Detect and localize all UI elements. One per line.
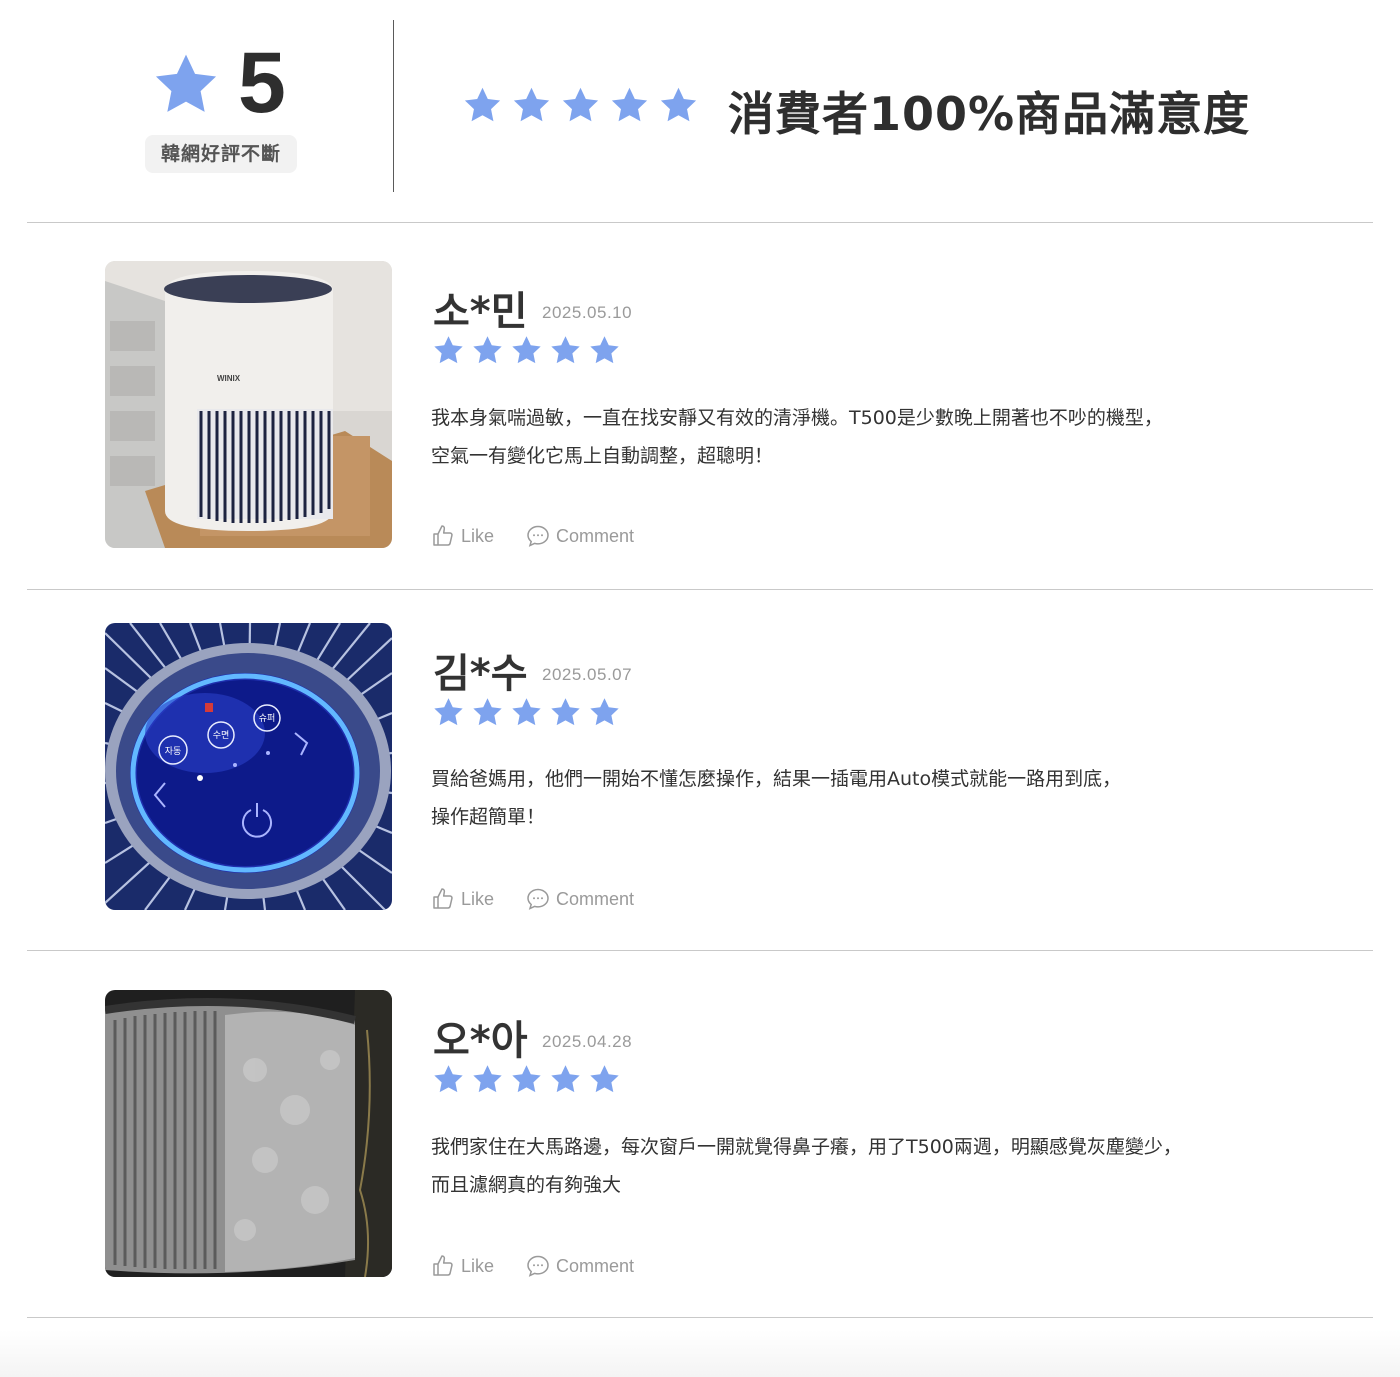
review-text-line: 空氣一有變化它馬上自動調整，超聰明！	[431, 445, 774, 467]
thumbs-up-icon	[431, 1254, 455, 1278]
like-label: Like	[461, 1255, 495, 1276]
star-icon	[462, 85, 503, 126]
divider	[27, 1317, 1373, 1318]
review-date: 2025.05.10	[542, 303, 633, 322]
svg-text:자동: 자동	[165, 746, 182, 757]
review-stars	[431, 1063, 622, 1096]
comment-icon	[526, 524, 550, 548]
header-stars	[462, 85, 699, 126]
vertical-divider	[393, 20, 394, 192]
air-purifier-photo: WINIX	[105, 261, 392, 548]
comment-label: Comment	[556, 525, 635, 546]
star-icon	[609, 85, 650, 126]
thumbs-up-icon	[431, 887, 455, 911]
star-icon	[470, 696, 505, 729]
svg-text:WINIX: WINIX	[217, 374, 241, 383]
comment-button[interactable]: Comment	[526, 524, 634, 548]
svg-text:수면: 수면	[213, 730, 230, 741]
divider	[27, 589, 1373, 590]
review-photo[interactable]: 자동 수면 슈퍼	[105, 623, 392, 910]
star-icon	[509, 1063, 544, 1096]
review-date: 2025.04.28	[542, 1032, 633, 1051]
svg-text:슈퍼: 슈퍼	[259, 713, 276, 724]
dusty-filter-photo	[105, 990, 392, 1277]
review-stars	[431, 334, 622, 367]
review-text: 我本身氣喘過敏，一直在找安靜又有效的清淨機。T500是少數晚上開著也不吵的機型，…	[431, 399, 1331, 475]
review-text: 買給爸媽用，他們一開始不懂怎麼操作，結果一插電用Auto模式就能一路用到底， 操…	[431, 760, 1331, 836]
review-actions: Like Comment	[431, 524, 634, 548]
reviewer-name: 오*아	[433, 1018, 528, 1064]
review-actions: Like Comment	[431, 887, 634, 911]
review-text-line: 操作超簡單！	[431, 806, 546, 828]
star-icon	[509, 696, 544, 729]
review-photo[interactable]	[105, 990, 392, 1277]
like-button[interactable]: Like	[431, 1254, 494, 1278]
star-icon	[587, 1063, 622, 1096]
review-text-line: 我本身氣喘過敏，一直在找安靜又有效的清淨機。T500是少數晚上開著也不吵的機型，	[431, 407, 1163, 429]
comment-icon	[526, 887, 550, 911]
review-stars	[431, 696, 622, 729]
like-label: Like	[461, 888, 495, 909]
star-icon	[548, 696, 583, 729]
comment-button[interactable]: Comment	[526, 1254, 634, 1278]
like-label: Like	[461, 525, 495, 546]
star-icon	[548, 1063, 583, 1096]
review-text-line: 我們家住在大馬路邊，每次窗戶一開就覺得鼻子癢，用了T500兩週，明顯感覺灰塵變少…	[431, 1136, 1182, 1158]
reviewer-name: 김*수	[433, 651, 528, 697]
divider	[27, 222, 1373, 223]
review-photo[interactable]: WINIX	[105, 261, 392, 548]
star-icon	[431, 696, 466, 729]
star-icon	[470, 334, 505, 367]
review-date: 2025.05.07	[542, 665, 633, 684]
star-icon	[587, 334, 622, 367]
review-text-line: 而且濾網真的有夠強大	[431, 1174, 622, 1196]
star-icon	[560, 85, 601, 126]
review-text: 我們家住在大馬路邊，每次窗戶一開就覺得鼻子癢，用了T500兩週，明顯感覺灰塵變少…	[431, 1128, 1331, 1204]
like-button[interactable]: Like	[431, 887, 494, 911]
divider	[27, 950, 1373, 951]
star-icon	[431, 334, 466, 367]
page-bottom	[0, 1330, 1400, 1377]
thumbs-up-icon	[431, 524, 455, 548]
comment-icon	[526, 1254, 550, 1278]
review-card: WINIX 소*민 2025.05.10 我本身氣喘過敏，一直在找安靜又有效的清…	[0, 261, 1400, 591]
comment-label: Comment	[556, 888, 635, 909]
reviewer-name: 소*민	[433, 289, 528, 335]
star-icon	[431, 1063, 466, 1096]
star-icon	[658, 85, 699, 126]
rating-header: 5 韓網好評不斷 消費者100%商品滿意度	[0, 0, 1400, 222]
review-card: 오*아 2025.04.28 我們家住在大馬路邊，每次窗戶一開就覺得鼻子癢，用了…	[0, 990, 1400, 1320]
comment-label: Comment	[556, 1255, 635, 1276]
review-card: 자동 수면 슈퍼 김*수 2025.05.07 買給爸媽用，他們一開始不懂怎麼操…	[0, 623, 1400, 953]
comment-button[interactable]: Comment	[526, 887, 634, 911]
star-icon	[150, 50, 222, 120]
star-icon	[511, 85, 552, 126]
star-icon	[548, 334, 583, 367]
control-panel-photo: 자동 수면 슈퍼	[105, 623, 392, 910]
star-icon	[470, 1063, 505, 1096]
review-actions: Like Comment	[431, 1254, 634, 1278]
rating-badge: 韓網好評不斷	[145, 135, 297, 173]
star-icon	[509, 334, 544, 367]
like-button[interactable]: Like	[431, 524, 494, 548]
satisfaction-title: 消費者100%商品滿意度	[728, 87, 1251, 141]
review-text-line: 買給爸媽用，他們一開始不懂怎麼操作，結果一插電用Auto模式就能一路用到底，	[431, 768, 1122, 790]
star-icon	[587, 696, 622, 729]
rating-value: 5	[238, 35, 286, 131]
